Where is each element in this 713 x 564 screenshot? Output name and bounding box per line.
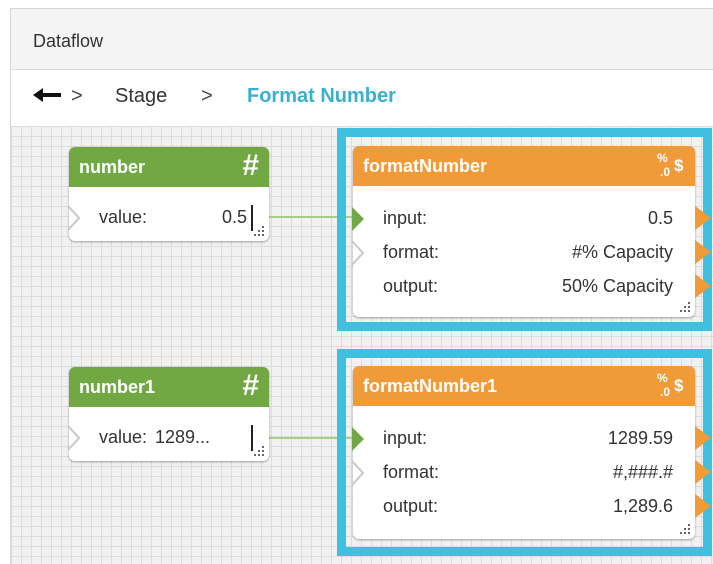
output-port-icon[interactable] (695, 206, 711, 230)
svg-text:$: $ (674, 156, 684, 175)
node-title: formatNumber1 (363, 376, 498, 396)
row-label: output: (383, 496, 439, 516)
input-port-icon[interactable] (351, 240, 365, 266)
node-header[interactable]: number1 # (69, 367, 269, 407)
row-value[interactable]: 50% Capacity (562, 276, 673, 297)
resize-grip-icon[interactable] (680, 524, 690, 534)
format-row[interactable]: format: #% Capacity (351, 236, 711, 268)
node-formatNumber[interactable]: formatNumber % .0 $ input: 0.5 format: #… (351, 146, 711, 317)
row-value[interactable]: 0.5 (648, 208, 673, 229)
row-label: format: (383, 462, 440, 482)
node-number1[interactable]: number1 # value: 1289... (67, 367, 269, 461)
breadcrumb-separator: > (201, 85, 213, 107)
input-port-icon[interactable] (351, 460, 365, 486)
svg-text:%: % (657, 151, 668, 165)
svg-text:.0: .0 (660, 385, 670, 399)
row-label: input: (383, 428, 428, 448)
breadcrumb-separator: > (71, 85, 83, 107)
percent-dollar-icon: % .0 $ (657, 151, 684, 179)
hash-icon: # (242, 149, 259, 182)
input-port-icon[interactable] (351, 206, 365, 232)
node-title: number (79, 157, 146, 177)
output-row[interactable]: output: 1,289.6 (353, 490, 711, 522)
output-row[interactable]: output: 50% Capacity (353, 270, 711, 302)
hash-icon: # (242, 369, 259, 402)
input-port-icon[interactable] (67, 425, 81, 451)
back-arrow-icon[interactable] (31, 83, 71, 107)
value-row[interactable]: value: 0.5 (67, 201, 269, 233)
node-header[interactable]: number # (69, 147, 269, 187)
node-formatNumber1[interactable]: formatNumber1 % .0 $ input: 1289.59 form… (351, 366, 711, 539)
input-row[interactable]: input: 1289.59 (351, 422, 711, 454)
row-label: input: (383, 208, 428, 228)
output-port[interactable] (251, 205, 253, 231)
percent-dollar-icon: % .0 $ (657, 371, 684, 399)
output-port-icon[interactable] (695, 426, 711, 450)
value-field[interactable]: 1289... (155, 427, 210, 448)
value-label: value: (99, 207, 148, 227)
input-row[interactable]: input: 0.5 (351, 202, 711, 234)
value-row[interactable]: value: 1289... (67, 421, 269, 453)
row-value[interactable]: 1289.59 (608, 428, 673, 449)
row-label: format: (383, 242, 440, 262)
input-port-icon[interactable] (351, 426, 365, 452)
format-row[interactable]: format: #,###.# (351, 456, 711, 488)
resize-grip-icon[interactable] (680, 302, 690, 312)
node-title: number1 (79, 377, 156, 397)
output-port[interactable] (251, 425, 253, 451)
row-value[interactable]: #,###.# (613, 462, 673, 483)
input-port-icon[interactable] (67, 205, 81, 231)
breadcrumb-current: Format Number (247, 85, 396, 107)
node-header[interactable]: formatNumber % .0 $ (353, 146, 695, 186)
row-value[interactable]: #% Capacity (572, 242, 673, 263)
output-port-icon[interactable] (695, 240, 711, 264)
panel-title: Dataflow (33, 31, 104, 51)
resize-grip-icon[interactable] (254, 446, 264, 456)
svg-text:.0: .0 (660, 165, 670, 179)
node-number[interactable]: number # value: 0.5 (67, 147, 269, 241)
dataflow-panel: Dataflow > Stage > Format Number number … (10, 8, 713, 564)
output-port-icon[interactable] (695, 494, 711, 518)
breadcrumb-stage[interactable]: Stage (115, 85, 167, 108)
row-value[interactable]: 1,289.6 (613, 496, 673, 517)
svg-text:%: % (657, 371, 668, 385)
output-port-icon[interactable] (695, 460, 711, 484)
node-header[interactable]: formatNumber1 % .0 $ (353, 366, 695, 406)
svg-text:$: $ (674, 376, 684, 395)
value-field[interactable]: 0.5 (222, 207, 247, 228)
resize-grip-icon[interactable] (254, 226, 264, 236)
title-bar: Dataflow (11, 9, 713, 70)
node-title: formatNumber (363, 156, 488, 176)
value-label: value: (99, 427, 148, 447)
output-port-icon[interactable] (695, 274, 711, 298)
row-label: output: (383, 276, 439, 296)
